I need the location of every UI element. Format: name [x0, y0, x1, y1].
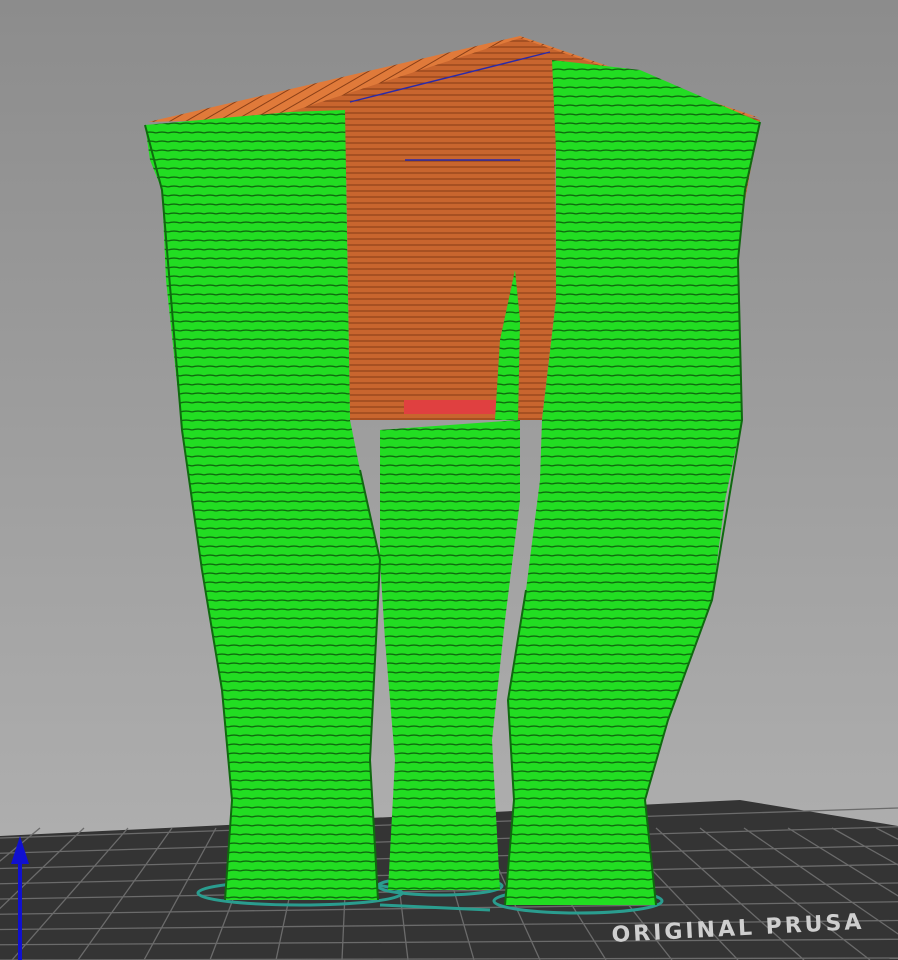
3d-scene[interactable]: ORIGINAL PRUSA [0, 0, 898, 960]
gcode-preview-viewport[interactable]: ORIGINAL PRUSA [0, 0, 898, 960]
model-front-face[interactable] [345, 72, 556, 420]
bridge-infill [404, 400, 496, 414]
